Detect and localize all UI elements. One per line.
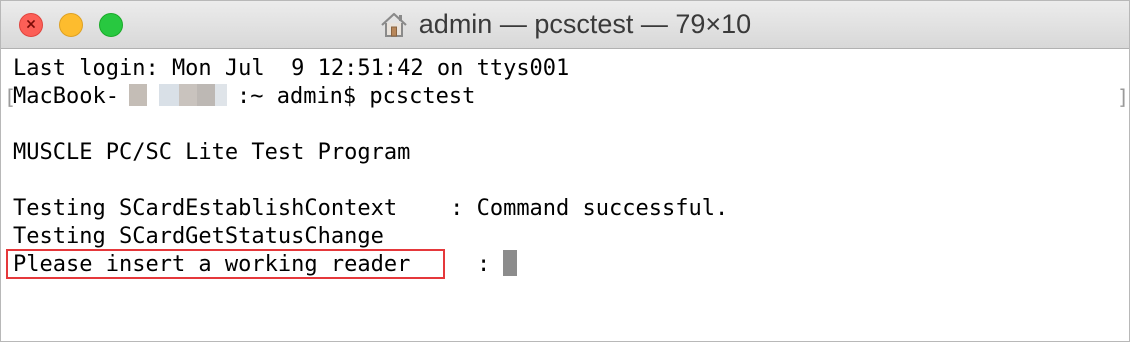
window-title-group: admin — pcsctest — 79×10 [1,1,1129,48]
selection-mark-right: ] [1117,85,1130,109]
hostname-prefix: MacBook- [13,84,119,109]
home-icon [381,12,407,37]
redacted-hostname [118,84,237,106]
terminal-content[interactable]: [ ] Last login: Mon Jul 9 12:51:42 on tt… [1,49,1130,341]
highlight-annotation-box [6,249,445,279]
window-title: admin — pcsctest — 79×10 [418,9,752,39]
terminal-line-prompt: MacBook- :~ admin$ pcsctest [13,83,475,111]
prompt-command: :~ admin$ pcsctest [236,84,476,109]
title-bar[interactable]: × admin — pcsctest — 79×10 [1,1,1129,49]
terminal-line-program-title: MUSCLE PC/SC Lite Test Program [13,140,411,165]
terminal-line-colon: : [477,252,491,277]
terminal-line-establish-context: Testing SCardEstablishContext : Command … [13,196,729,221]
terminal-window: × admin — pcsctest — 79×10 [ ] Last logi… [0,0,1130,342]
terminal-cursor [503,250,517,276]
terminal-line-get-status-change: Testing SCardGetStatusChange [13,224,384,249]
terminal-line-last-login: Last login: Mon Jul 9 12:51:42 on ttys00… [13,56,570,81]
